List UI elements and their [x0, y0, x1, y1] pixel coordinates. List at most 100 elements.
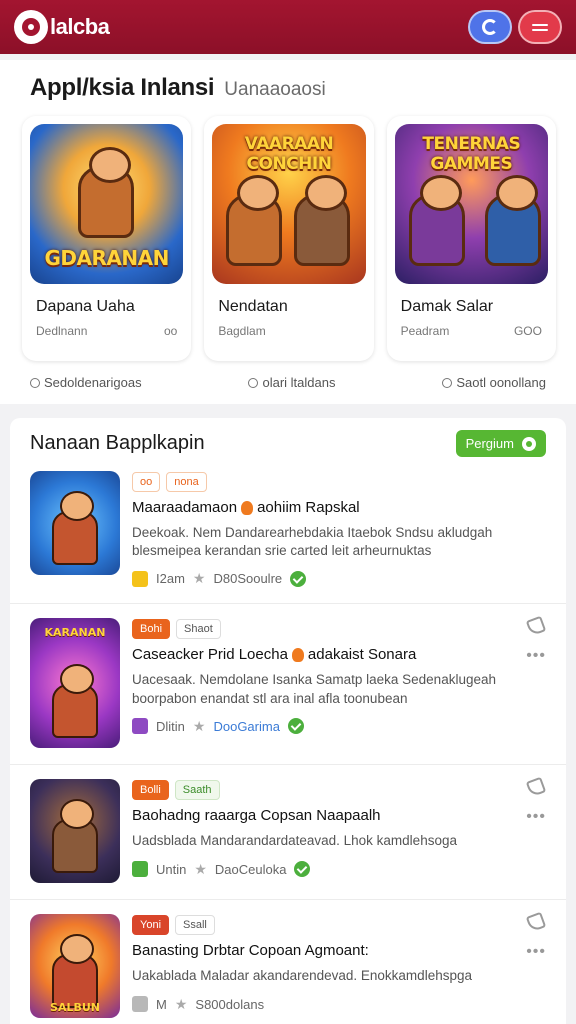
list-item-description: Uacesaak. Nemdolane Isanka Samatp laeka … — [132, 672, 496, 706]
list-item-meta: M ★ S800dolans — [132, 996, 546, 1013]
verified-icon — [287, 718, 304, 735]
list-item-meta: I2am ★ D80Sooulre — [132, 570, 546, 587]
category-icon — [132, 861, 148, 878]
premium-button[interactable]: Pergium — [455, 430, 546, 457]
chip: oo — [132, 472, 161, 492]
list-item[interactable]: SALBUN Yoni Ssall Banasting Drbtar Copoa… — [10, 900, 566, 1024]
meta-size: Dlitin — [156, 718, 185, 734]
list-item[interactable]: Bolli Saath Baohadng raaarga Copsan Naap… — [10, 765, 566, 901]
character-icon — [52, 664, 98, 739]
profile-button[interactable] — [468, 10, 512, 44]
featured-card[interactable]: VAARAAN CONCHIN Nendatan Bagdlam — [204, 116, 374, 361]
list-item-description: Deekoak. Nem Dandarearhebdakia Itaebok S… — [132, 525, 493, 559]
card-art-banner: VAARAAN CONCHIN — [244, 134, 334, 174]
character-icon — [78, 147, 134, 238]
card-meta: Peadram GOO — [401, 324, 542, 338]
list-item-title: Caseacker Prid Loecha adakaist Sonara — [132, 646, 546, 663]
chip: Yoni — [132, 915, 170, 936]
tag-label: olari ltaldans — [262, 375, 336, 390]
category-icon — [132, 570, 148, 587]
list-item-meta: Untin ★ DaoCeuloka — [132, 861, 546, 878]
title-suffix: adakaist Sonara — [307, 646, 417, 664]
character-icon — [294, 175, 351, 266]
app-thumbnail — [30, 779, 120, 884]
chip: Saath — [174, 780, 220, 801]
title-text: Maaraadamaon — [132, 499, 238, 516]
star-icon: ★ — [174, 995, 188, 1012]
character-icon — [52, 934, 98, 1009]
share-icon[interactable] — [525, 912, 547, 933]
character-icon — [484, 175, 541, 266]
chip: Bohi — [132, 619, 171, 640]
verified-icon — [294, 861, 311, 878]
item-actions: ••• — [525, 616, 547, 664]
tag-link[interactable]: olari ltaldans — [248, 375, 335, 390]
card-category: Dedlnann — [36, 324, 88, 338]
meta-downloads: S800dolans — [195, 996, 265, 1012]
tag-link[interactable]: Saotl oonollang — [442, 375, 546, 390]
share-icon[interactable] — [525, 616, 547, 637]
meta-size: Untin — [156, 861, 187, 877]
featured-card[interactable]: TENERNAS GAMMES Damak Salar Peadram GOO — [386, 116, 556, 361]
card-title: Dapana Uaha — [36, 298, 135, 315]
tag-link[interactable]: Sedoldenarigoas — [30, 375, 142, 390]
card-category: Peadram — [400, 324, 450, 338]
app-thumbnail — [30, 471, 120, 575]
item-actions: ••• — [525, 912, 547, 960]
list-item[interactable]: KARANAN Bohi Shaot Caseacker Prid Loecha… — [10, 604, 566, 766]
star-icon: ★ — [192, 570, 206, 587]
listing-header: Nanaan Bapplkapin Pergium — [10, 430, 566, 457]
category-icon — [132, 718, 148, 735]
card-extra: oo — [163, 324, 178, 338]
featured-cards: GDARANAN Dapana Uaha Dedlnann oo VAARAAN… — [0, 102, 576, 361]
item-actions: ••• — [525, 777, 547, 825]
star-icon: ★ — [194, 860, 207, 877]
tag-label: Saotl oonollang — [456, 375, 546, 390]
more-icon[interactable]: ••• — [526, 648, 546, 664]
more-icon[interactable]: ••• — [526, 809, 546, 825]
title-text: Banasting Drbtar Copoan Agmoant: — [132, 942, 369, 960]
list-item-description: Uadsblada Mandarandardateavad. Lhok kamd… — [132, 833, 457, 849]
profile-icon — [482, 19, 498, 35]
character-icon — [52, 491, 98, 565]
tags-row: Sedoldenarigoas olari ltaldans Saotl oon… — [0, 361, 576, 390]
card-artwork: VAARAAN CONCHIN — [212, 124, 366, 284]
list-item-title: Baohadng raaarga Copsan Naapaalh — [132, 807, 546, 824]
featured-title: Appl/ksia Inlansi — [30, 74, 215, 101]
card-artwork: GDARANAN — [30, 124, 184, 284]
premium-label: Pergium — [465, 436, 514, 451]
chip-row: Bohi Shaot — [132, 618, 546, 640]
more-icon[interactable]: ••• — [526, 944, 546, 960]
title-text: Baohadng raaarga Copsan Naapaalh — [132, 807, 381, 825]
card-art-banner: TENERNAS GAMMES — [422, 134, 521, 174]
chip-row: oo nona — [132, 471, 546, 493]
menu-button[interactable] — [518, 10, 562, 44]
share-icon[interactable] — [525, 777, 547, 798]
card-artwork: TENERNAS GAMMES — [394, 124, 548, 284]
featured-subtitle: Uanaaoaosi — [224, 79, 326, 100]
tag-label: Sedoldenarigoas — [44, 375, 142, 390]
meta-downloads: D80Sooulre — [213, 571, 283, 587]
fire-icon — [291, 647, 304, 662]
list-item-description: Uakablada Maladar akandarendevad. Enokka… — [132, 968, 472, 984]
search-icon — [442, 377, 453, 388]
chip: Shaot — [176, 619, 221, 640]
logo-text: lalcba — [50, 14, 110, 39]
search-icon — [248, 377, 259, 388]
menu-icon — [532, 23, 548, 31]
card-extra: GOO — [513, 324, 542, 338]
list-item-meta: Dlitin ★ DooGarima — [132, 718, 546, 735]
app-thumbnail: SALBUN — [30, 914, 120, 1019]
app-listing: Nanaan Bapplkapin Pergium oo nona Maaraa… — [10, 418, 566, 1024]
app-logo[interactable]: lalcba — [14, 10, 110, 44]
top-app-bar: lalcba — [0, 0, 576, 54]
fire-icon — [241, 500, 254, 515]
featured-card[interactable]: GDARANAN Dapana Uaha Dedlnann oo — [22, 116, 192, 361]
meta-downloads: DooGarima — [213, 718, 280, 734]
card-art-banner: GDARANAN — [44, 246, 169, 270]
list-item-body: Yoni Ssall Banasting Drbtar Copoan Agmoa… — [132, 914, 546, 1018]
card-title: Damak Salar — [400, 298, 494, 315]
list-item[interactable]: oo nona Maaraadamaon aohiim Rapskal Deek… — [10, 457, 566, 605]
character-icon — [52, 799, 98, 874]
list-item-title: Banasting Drbtar Copoan Agmoant: — [132, 942, 546, 959]
